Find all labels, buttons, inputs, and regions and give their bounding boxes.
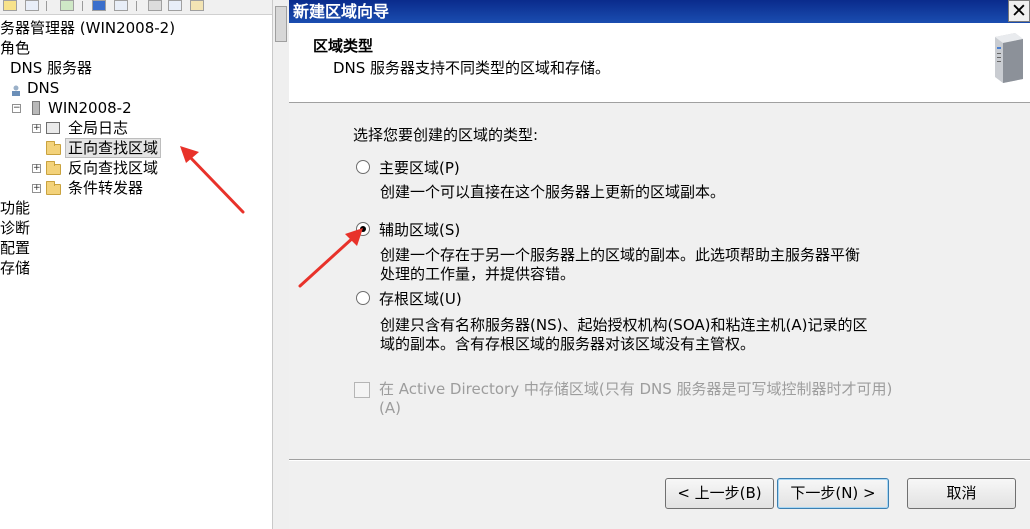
tree-item-server-manager[interactable]: 务器管理器 (WIN2008-2) [0, 18, 175, 38]
server-node-icon [32, 101, 40, 115]
server-toolbar-icon[interactable] [148, 0, 162, 11]
tree-item-label: 反向查找区域 [68, 159, 159, 177]
stub-zone-radio[interactable] [356, 291, 370, 305]
secondary-zone-description-line1: 创建一个存在于另一个服务器上的区域的副本。此选项帮助主服务器平衡 [380, 246, 861, 264]
mmc-toolbar [0, 0, 272, 15]
stub-zone-label[interactable]: 存根区域(U) [379, 288, 462, 309]
primary-zone-radio[interactable] [356, 160, 370, 174]
store-in-ad-checkbox[interactable] [354, 382, 370, 398]
close-button[interactable]: ✕ [1008, 0, 1030, 22]
secondary-zone-label[interactable]: 辅助区域(S) [379, 219, 460, 240]
folder-up-icon[interactable] [3, 0, 17, 11]
server-icon [995, 33, 1023, 83]
tree-item-label: DNS 服务器 [10, 59, 93, 77]
tree-item-label: 全局日志 [68, 119, 129, 137]
tree-item-label: 存储 [0, 259, 31, 277]
tree-item-label: 条件转发器 [68, 179, 144, 197]
log-icon [46, 122, 60, 134]
tree-scrollbar[interactable] [272, 0, 289, 529]
annotation-arrow [180, 146, 245, 214]
tree-item-label: DNS [27, 79, 60, 97]
document-icon[interactable] [190, 0, 204, 11]
expand-icon[interactable]: + [32, 164, 41, 173]
tree-item-features[interactable]: 功能 [0, 198, 30, 218]
page-subtitle: DNS 服务器支持不同类型的区域和存储。 [333, 59, 611, 77]
tree-item-label: 正向查找区域 [65, 138, 162, 158]
window-title: 新建区域向导 [293, 2, 390, 21]
expand-icon[interactable]: + [32, 184, 41, 193]
tree-item-dns-server[interactable]: DNS 服务器 [10, 58, 92, 78]
primary-zone-description: 创建一个可以直接在这个服务器上更新的区域副本。 [380, 183, 726, 201]
tree-item-dns[interactable]: DNS [0, 78, 80, 98]
list-icon[interactable] [168, 0, 182, 11]
back-button[interactable]: < 上一步(B) [665, 478, 774, 509]
secondary-zone-description-line2: 处理的工作量，并提供容错。 [380, 265, 576, 283]
store-in-ad-label-line1: 在 Active Directory 中存储区域(只有 DNS 服务器是可写域控… [379, 380, 893, 398]
dns-icon [10, 82, 22, 96]
primary-zone-label[interactable]: 主要区域(P) [379, 157, 460, 178]
wizard-body: 选择您要创建的区域的类型: 主要区域(P) 创建一个可以直接在这个服务器上更新的… [289, 104, 1030, 459]
title-bar[interactable]: 新建区域向导 ✕ [289, 0, 1030, 23]
stub-zone-description-line2: 域的副本。含有存根区域的服务器对该区域没有主管权。 [380, 335, 756, 353]
properties-icon[interactable] [114, 0, 128, 11]
page-title: 区域类型 [313, 37, 374, 55]
tree-item-server[interactable]: − WIN2008-2 [0, 98, 160, 118]
zone-type-prompt: 选择您要创建的区域的类型: [353, 126, 539, 144]
new-zone-wizard-dialog: 新建区域向导 ✕ 区域类型 DNS 服务器支持不同类型的区域和存储。 选择您要创… [289, 0, 1030, 529]
toolbar-separator [136, 1, 137, 11]
tree-item-label: 角色 [0, 39, 31, 57]
annotation-arrow [298, 228, 363, 288]
tree-item-diagnostics[interactable]: 诊断 [0, 218, 30, 238]
wizard-header: 区域类型 DNS 服务器支持不同类型的区域和存储。 [289, 23, 1030, 103]
cancel-button[interactable]: 取消 [907, 478, 1016, 509]
tree-item-label: 功能 [0, 199, 31, 217]
show-hide-tree-icon[interactable] [25, 0, 39, 11]
scrollbar-thumb[interactable] [275, 6, 287, 42]
expand-icon[interactable]: + [32, 124, 41, 133]
store-in-ad-label-line2: (A) [379, 399, 401, 417]
tree-item-label: 务器管理器 (WIN2008-2) [0, 19, 176, 37]
console-tree: 务器管理器 (WIN2008-2) 角色 DNS 服务器 DNS − WIN20… [0, 18, 272, 529]
tree-item-reverse-zones[interactable]: + 反向查找区域 [0, 158, 200, 178]
tree-item-label: 配置 [0, 239, 31, 257]
close-icon: ✕ [1011, 0, 1027, 22]
tree-item-roles[interactable]: 角色 [0, 38, 30, 58]
stub-zone-description-line1: 创建只含有名称服务器(NS)、起始授权机构(SOA)和粘连主机(A)记录的区 [380, 316, 868, 334]
help-icon[interactable] [92, 0, 106, 11]
tree-item-forward-zones[interactable]: 正向查找区域 [0, 138, 200, 158]
folder-icon [46, 161, 61, 175]
tree-item-conditional-forwarders[interactable]: + 条件转发器 [0, 178, 200, 198]
folder-icon [46, 181, 61, 195]
tree-item-label: WIN2008-2 [48, 99, 132, 117]
tree-item-storage[interactable]: 存储 [0, 258, 30, 278]
tree-item-global-logs[interactable]: + 全局日志 [0, 118, 160, 138]
tree-item-configuration[interactable]: 配置 [0, 238, 30, 258]
folder-icon [46, 141, 61, 155]
console-tree-pane: 务器管理器 (WIN2008-2) 角色 DNS 服务器 DNS − WIN20… [0, 0, 289, 529]
toolbar-separator [82, 1, 83, 11]
toolbar-separator [46, 1, 47, 11]
next-button[interactable]: 下一步(N) > [777, 478, 889, 509]
refresh-icon[interactable] [60, 0, 74, 11]
button-area-divider [289, 459, 1030, 461]
tree-item-label: 诊断 [0, 219, 31, 237]
collapse-icon[interactable]: − [12, 104, 21, 113]
